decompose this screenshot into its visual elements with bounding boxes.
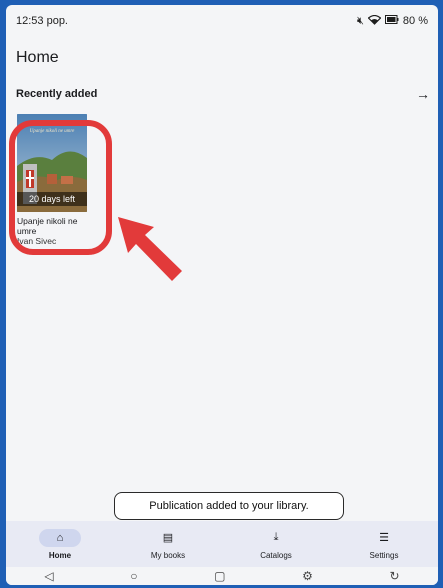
recently-added-header: Recently added → — [16, 85, 430, 103]
speaker-muted-icon: 🔇︎ — [356, 14, 364, 27]
status-time: 12:53 pop. — [16, 15, 68, 27]
cover-heading: Upanje nikoli ne umre — [30, 129, 75, 134]
nav-my-books-pill: ▤ — [147, 529, 189, 547]
home-circle-icon[interactable]: ○ — [130, 569, 137, 583]
settings-sliders-icon[interactable]: ⚙ — [302, 569, 313, 583]
book-cover[interactable]: Upanje nikoli ne umre 20 days left — [17, 114, 87, 212]
section-title: Recently added — [16, 88, 98, 100]
home-icon: ⌂ — [56, 531, 64, 544]
recents-icon[interactable]: ▢ — [214, 569, 225, 583]
back-icon[interactable]: ◁ — [44, 569, 53, 583]
nav-my-books-label: My books — [150, 550, 186, 560]
books-icon: ▤ — [162, 532, 174, 544]
nav-catalogs-label: Catalogs — [260, 550, 292, 560]
nav-home[interactable]: ⌂ Home — [6, 521, 114, 567]
nav-settings-label: Settings — [369, 550, 399, 560]
wifi-icon — [367, 14, 382, 28]
book-title: Upanje nikoli ne umre — [17, 216, 78, 236]
nav-settings[interactable]: ☰ Settings — [330, 521, 438, 567]
book-card[interactable]: Upanje nikoli ne umre 20 days left Upanj… — [17, 114, 93, 246]
download-icon: ⤓ — [273, 531, 279, 543]
nav-home-pill: ⌂ — [39, 528, 81, 547]
page-title: Home — [16, 49, 59, 66]
nav-my-books[interactable]: ▤ My books — [114, 521, 222, 567]
status-icons: 🔇︎ 80 % — [356, 14, 428, 28]
nav-catalogs-pill: ⤓ — [255, 529, 297, 547]
rotate-icon[interactable]: ↻ — [390, 569, 400, 583]
days-left-badge: 20 days left — [17, 192, 87, 206]
bottom-navigation: ⌂ Home ▤ My books ⤓ Catalogs ☰ Settings — [6, 521, 438, 567]
nav-catalogs[interactable]: ⤓ Catalogs — [222, 521, 330, 567]
menu-icon: ☰ — [379, 532, 389, 544]
battery-text: 80 % — [402, 15, 428, 27]
pointer-arrow-icon — [118, 217, 182, 281]
system-navigation-bar: ◁ ○ ▢ ⚙ ↻ — [6, 567, 438, 585]
toast-message: Publication added to your library. — [114, 492, 344, 520]
device-screen: 12:53 pop. 🔇︎ 80 % Home Recently added → — [6, 5, 438, 585]
nav-settings-pill: ☰ — [363, 529, 405, 547]
nav-home-label: Home — [48, 550, 72, 560]
battery-icon — [384, 15, 399, 27]
status-bar: 12:53 pop. 🔇︎ 80 % — [6, 5, 438, 37]
book-author: Ivan Sivec — [17, 236, 57, 246]
arrow-right-icon[interactable]: → — [416, 86, 430, 102]
